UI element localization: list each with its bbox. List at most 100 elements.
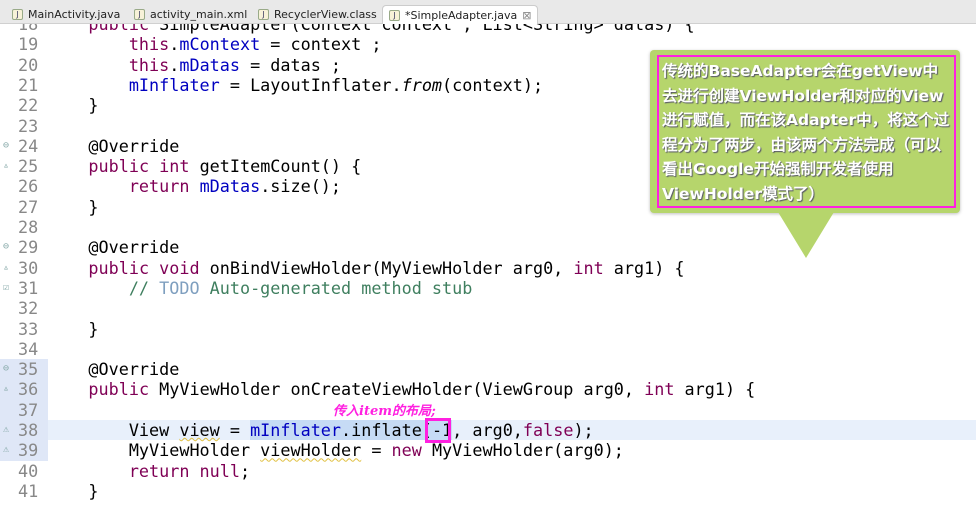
line-number: 19 (18, 34, 39, 55)
code-token: } (48, 480, 99, 501)
code-token: false (522, 420, 574, 440)
code-token: getItemCount() { (189, 156, 362, 177)
code-token: @Override (48, 359, 180, 380)
code-token: } (48, 196, 99, 217)
warning-icon[interactable]: ⚠ (3, 440, 9, 460)
code-token: from (401, 74, 443, 95)
code-token: .size(); (260, 176, 342, 197)
code-line[interactable]: 39 ⚠ MyViewHolder viewHolder = new MyView… (0, 440, 976, 461)
tab-recyclerview-class[interactable]: J RecyclerView.class (252, 5, 383, 24)
override-icon[interactable]: ▵ (3, 156, 9, 176)
code-token: this (128, 54, 170, 75)
code-token: viewHolder (260, 440, 362, 461)
override-icon[interactable]: ▵ (3, 258, 9, 278)
code-token: mInflater (250, 420, 342, 440)
code-token: int (644, 379, 675, 400)
line-number: 28 (18, 217, 39, 237)
code-line[interactable]: 35 ⊖ @Override (0, 359, 976, 380)
code-token: = datas ; (239, 54, 342, 75)
code-line[interactable]: 34 (0, 339, 976, 359)
code-line[interactable]: 41 } (0, 481, 976, 501)
code-line[interactable]: 18 public SimpleAdapter(Context context … (0, 24, 976, 34)
task-icon[interactable]: ☑ (3, 278, 9, 298)
fold-icon[interactable]: ⊖ (3, 359, 9, 379)
tab-label: MainActivity.java (28, 8, 121, 21)
code-token: = context ; (260, 34, 382, 55)
code-token: , arg0, (452, 420, 523, 440)
callout-text: 传统的BaseAdapter会在getView中去进行创建ViewHolder和… (657, 55, 956, 208)
code-token: ; (239, 460, 251, 481)
code-line[interactable]: 30 ▵ public void onBindViewHolder(MyViewH… (0, 258, 976, 278)
code-token: MyViewHolder onCreateViewHolder(ViewGrou… (149, 379, 645, 400)
line-number: 21 (18, 74, 39, 95)
code-line[interactable]: 38 ⚠ View view = mInflater.inflate(-1, ar… (0, 420, 976, 441)
tab-mainactivity-java[interactable]: J MainActivity.java (6, 5, 126, 24)
annotation-highlight-box (425, 418, 451, 443)
code-token: arg1) { (603, 257, 685, 278)
code-line[interactable]: 32 (0, 298, 976, 318)
code-token: SimpleAdapter(Context context , List<Str… (149, 24, 695, 34)
tab--simpleadapter-java[interactable]: J *SimpleAdapter.java ⊠ (382, 5, 539, 24)
close-tab-icon[interactable]: ⊠ (522, 9, 531, 22)
code-token: public void (88, 257, 200, 278)
line-number: 32 (18, 298, 39, 319)
code-line[interactable]: 37 (0, 399, 976, 420)
code-token: = (361, 440, 392, 461)
code-token: View (48, 420, 180, 440)
code-token: TODO (159, 277, 200, 298)
code-token: = (219, 420, 251, 440)
line-number: 37 (0, 399, 48, 420)
warning-icon[interactable]: ⚠ (3, 420, 9, 440)
code-token: .inflate( (341, 420, 432, 440)
code-line[interactable]: 31 ☑ // TODO Auto-generated method stub (0, 278, 976, 298)
editor-tab-bar: J MainActivity.java Jactivity_main.xml J Rec… (0, 0, 976, 24)
line-number: 34 (18, 338, 39, 359)
code-token: . (169, 34, 180, 55)
tab-activity-main-xml[interactable]: Jactivity_main.xml (128, 5, 253, 24)
code-token: MyViewHolder(arg0); (421, 440, 624, 461)
code-line[interactable]: 36 ▵ public MyViewHolder onCreateViewHold… (0, 379, 976, 400)
java-file-icon: J (12, 9, 23, 20)
line-number: 20 (18, 54, 39, 75)
code-token: int (573, 257, 604, 278)
code-token: ); (573, 420, 594, 440)
code-token: mInflater (128, 74, 220, 95)
code-token: } (48, 95, 99, 116)
fold-icon[interactable]: ⊖ (3, 136, 9, 156)
tab-label: RecyclerView.class (274, 8, 377, 21)
code-token: return (128, 176, 190, 197)
code-line[interactable]: 40 return null; (0, 461, 976, 481)
fold-icon[interactable]: ⊖ (3, 237, 9, 257)
code-token: new (391, 440, 422, 461)
xml-file-icon: J (134, 9, 145, 20)
code-token: mDatas (179, 54, 240, 75)
code-line[interactable]: 33 } (0, 319, 976, 339)
class-file-icon: J (258, 9, 269, 20)
code-token: return null (128, 460, 240, 481)
tab-label: *SimpleAdapter.java (405, 8, 518, 22)
line-number: 18 (18, 24, 39, 34)
code-token: Auto-generated method stub (199, 277, 473, 298)
callout-tail (778, 212, 834, 258)
code-token: @Override (48, 135, 180, 156)
line-number: 22 (18, 95, 39, 116)
line-number: 27 (18, 196, 39, 217)
code-token: public (88, 24, 150, 34)
code-token: // (128, 277, 160, 298)
code-token: (context); (442, 74, 544, 95)
code-token: view (179, 420, 220, 440)
code-token: this (128, 34, 170, 55)
override-icon[interactable]: ▵ (3, 379, 9, 399)
line-number: 23 (18, 115, 39, 136)
code-token: } (48, 318, 99, 339)
code-token: @Override (48, 237, 180, 258)
code-token: onBindViewHolder(MyViewHolder arg0, (199, 257, 574, 278)
line-number: 33 (18, 318, 39, 339)
